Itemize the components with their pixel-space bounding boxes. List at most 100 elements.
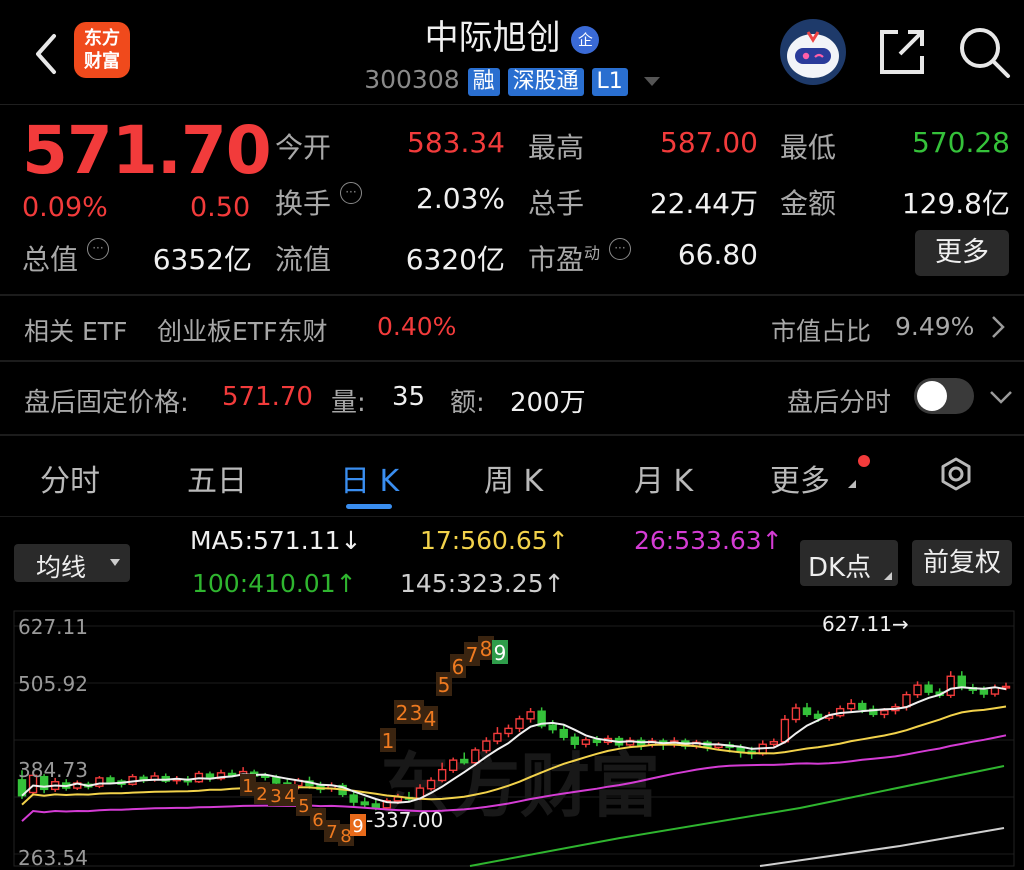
search-icon[interactable] <box>956 24 1012 80</box>
candle-body <box>858 702 867 711</box>
candle-body <box>349 794 358 803</box>
candle <box>216 769 226 781</box>
market-cap-label: 总值 ··· <box>22 238 109 278</box>
ma100-text: 100:410.01 <box>192 569 336 598</box>
ma145-text: 145:323.25 <box>400 569 544 598</box>
more-quote-button[interactable]: 更多 <box>915 230 1009 276</box>
subtitle-dropdown-icon[interactable] <box>643 76 660 86</box>
candle <box>504 724 513 738</box>
min-price-label: -337.00 <box>366 808 443 832</box>
candle <box>95 776 104 789</box>
etf-row[interactable]: 相关 ETF 创业板ETF东财 0.40% 市值占比 9.49% <box>0 296 1024 360</box>
open-value: 583.34 <box>407 126 505 159</box>
pe-label-sup: 动 <box>584 243 601 263</box>
td-up-marker: 1 <box>382 729 395 753</box>
active-tab-underline <box>346 504 392 509</box>
candle-body <box>526 711 535 720</box>
candle-body <box>448 759 458 771</box>
settings-icon[interactable] <box>936 454 976 494</box>
enterprise-badge: 企 <box>571 25 600 54</box>
candle <box>493 727 502 745</box>
turnover-info-icon[interactable]: ··· <box>339 182 362 204</box>
candle <box>913 681 922 698</box>
new-dot <box>858 455 870 467</box>
etf-change: 0.40% <box>377 312 457 341</box>
td-down-marker: 5 <box>298 796 309 817</box>
tab-weekly-k[interactable]: 周 K <box>484 456 543 500</box>
candle-body <box>559 728 568 738</box>
candle-body <box>780 718 790 743</box>
candle <box>194 770 204 784</box>
amount-label: 金额 <box>780 187 837 220</box>
tab-daily-k[interactable]: 日 K <box>340 456 399 500</box>
y-tick-label: 263.54 <box>18 846 88 870</box>
volume-value: 22.44万 <box>649 187 758 220</box>
etf-name: 创业板ETF东财 <box>157 317 328 346</box>
candle-body <box>913 684 922 696</box>
dk-point-button[interactable]: DK点 <box>800 540 898 586</box>
kline-chart[interactable]: 东方财富627.11505.92384.73263.541 2 3 4 567 8 912 3… <box>0 606 1024 870</box>
pe-value: 66.80 <box>677 238 758 271</box>
stock-name: 中际旭创 <box>424 18 561 58</box>
candle-body <box>902 693 911 708</box>
tab-intraday[interactable]: 分时 <box>40 456 100 500</box>
candle-body <box>791 707 801 721</box>
ma26-up-arrow-icon: ↑ <box>761 526 783 555</box>
float-cap-value: 6320亿 <box>405 243 505 276</box>
ma100-up-arrow-icon: ↑ <box>335 569 357 598</box>
market-cap-info-icon[interactable]: ··· <box>86 238 109 260</box>
td-down-marker: 1 <box>242 776 253 797</box>
candle <box>559 724 568 741</box>
ma17-text: 17:560.65 <box>420 526 548 555</box>
candle <box>703 740 712 752</box>
stock-code: 300308 <box>364 65 460 94</box>
high-label: 最高 <box>528 131 585 164</box>
candle-body <box>515 718 524 730</box>
candle-body <box>106 777 115 783</box>
y-tick-label: 627.11 <box>18 615 88 639</box>
market-cap-value: 6352亿 <box>152 243 252 276</box>
tab-more[interactable]: 更多 <box>770 456 830 500</box>
tab-monthly-k[interactable]: 月 K <box>634 456 693 500</box>
market-cap-label-text: 总值 <box>22 243 79 276</box>
candle-body <box>592 739 602 744</box>
badge-level: L1 <box>591 68 628 96</box>
candle <box>349 791 358 806</box>
candle-body <box>460 758 469 764</box>
after-hours-amt-value: 200万 <box>510 388 586 418</box>
share-icon[interactable] <box>876 26 928 78</box>
ma100-value: 100:410.01↑ <box>192 569 357 598</box>
td-up-marker: 2 <box>396 701 409 725</box>
etf-share-label: 市值占比 <box>771 317 872 346</box>
candle-body <box>482 740 491 752</box>
low-label: 最低 <box>780 131 837 164</box>
after-hours-amt-label: 额: <box>450 388 485 418</box>
after-hours-vol-label: 量: <box>331 388 366 418</box>
candle-body <box>437 768 447 782</box>
candle <box>360 797 369 808</box>
ma-selector-dropdown[interactable]: 均线 <box>14 544 130 582</box>
candle-body <box>802 707 812 716</box>
candle-body <box>570 736 580 745</box>
candle <box>205 771 215 782</box>
candle-body <box>548 724 557 731</box>
pe-info-icon[interactable]: ··· <box>608 238 631 260</box>
ma145-value: 145:323.25↑ <box>400 569 565 598</box>
open-label: 今开 <box>275 131 332 164</box>
candle-body <box>769 741 779 745</box>
after-hours-toggle[interactable] <box>914 378 974 414</box>
expand-chevron-icon[interactable] <box>988 388 1014 410</box>
max-price-label: 627.11→ <box>822 612 909 636</box>
candle <box>128 774 137 786</box>
dropdown-triangle-icon <box>110 559 120 566</box>
tab-five-day[interactable]: 五日 <box>187 456 247 500</box>
candle-body <box>979 689 989 695</box>
robot-avatar-icon[interactable] <box>778 18 848 86</box>
adjust-type-button[interactable]: 前复权 <box>912 540 1012 586</box>
after-hours-label: 盘后固定价格: <box>24 388 189 418</box>
low-value: 570.28 <box>912 126 1010 159</box>
ma5-down-arrow-icon: ↓ <box>340 526 362 555</box>
ma-selector-label: 均线 <box>36 553 87 582</box>
after-hours-vol-value: 35 <box>392 382 426 412</box>
stock-subtitle: 300308 融 深股通 L1 <box>0 65 1024 96</box>
